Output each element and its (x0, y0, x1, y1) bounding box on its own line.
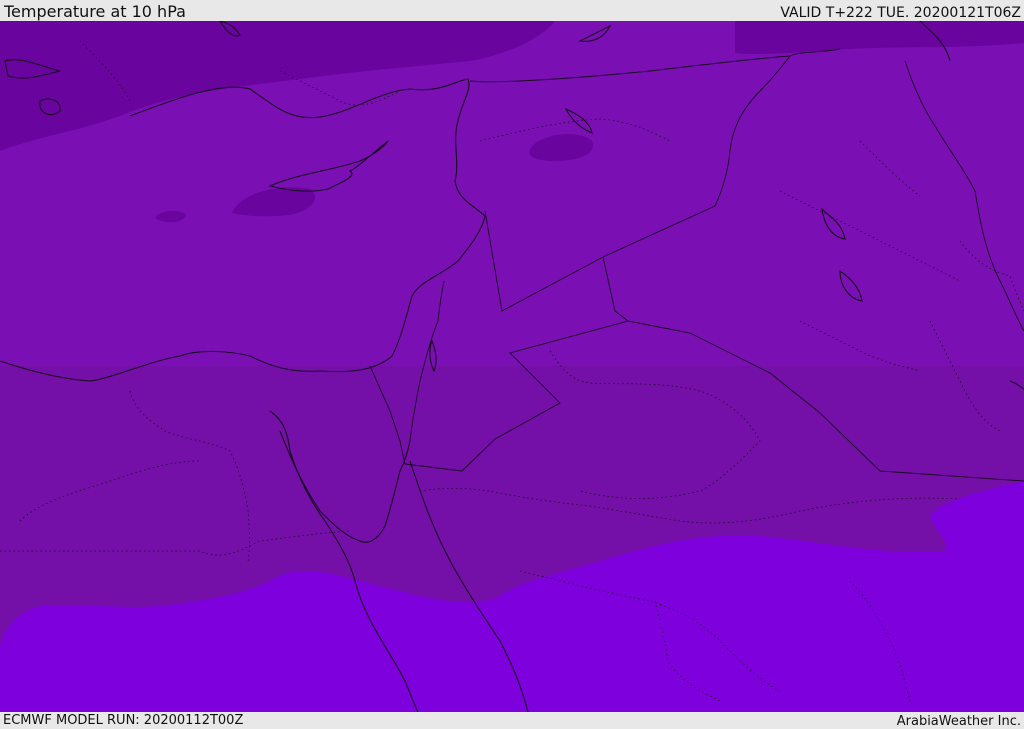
model-run-label: ECMWF MODEL RUN: 20200112T00Z (3, 713, 244, 728)
title-bar: Temperature at 10 hPa VALID T+222 TUE. 2… (0, 0, 1024, 21)
footer-bar: ECMWF MODEL RUN: 20200112T00Z ArabiaWeat… (0, 712, 1024, 729)
credit-label: ArabiaWeather Inc. (896, 714, 1021, 729)
map-title: Temperature at 10 hPa (4, 2, 186, 21)
valid-time-label: VALID T+222 TUE. 20200121T06Z (780, 5, 1021, 21)
map-viewer: Temperature at 10 hPa VALID T+222 TUE. 2… (0, 0, 1024, 729)
map-canvas[interactable] (0, 21, 1024, 712)
